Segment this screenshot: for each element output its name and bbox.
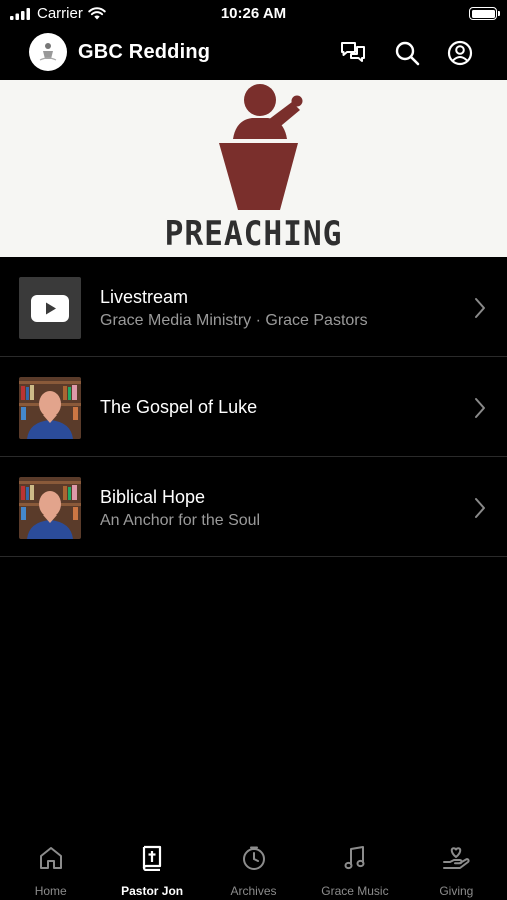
pastor-photo: [19, 377, 81, 439]
chevron-right-icon: [475, 498, 485, 518]
tab-label: Archives: [230, 884, 277, 898]
app-header: GBC Redding: [0, 30, 507, 79]
list-item-gospel-of-luke[interactable]: The Gospel of Luke: [0, 357, 507, 457]
hero-title: PREACHING: [164, 214, 343, 254]
youtube-icon: [19, 277, 81, 339]
list-item-title: Biblical Hope: [100, 487, 206, 507]
chevron-right-icon: [475, 398, 485, 418]
tab-label: Giving: [439, 884, 474, 898]
account-icon[interactable]: [446, 39, 474, 67]
pastor-photo: [19, 477, 81, 539]
tab-pastor-jon[interactable]: Pastor Jon: [101, 835, 202, 900]
bible-icon: [101, 845, 202, 875]
tab-archives[interactable]: Archives: [203, 835, 304, 900]
tab-bar: Home Pastor Jon Archives Grace Music Giv…: [0, 835, 507, 900]
tab-giving[interactable]: Giving: [406, 835, 507, 900]
status-bar: Carrier 10:26 AM: [0, 0, 507, 30]
clock-icon: [203, 845, 304, 875]
list-item-biblical-hope[interactable]: Biblical Hope An Anchor for the Soul: [0, 457, 507, 557]
search-icon[interactable]: [393, 39, 421, 67]
tab-grace-music[interactable]: Grace Music: [304, 835, 405, 900]
app-title: GBC Redding: [78, 41, 211, 63]
tab-label: Grace Music: [321, 884, 389, 898]
church-logo[interactable]: [29, 33, 67, 71]
list-item-title: Livestream: [100, 287, 189, 307]
list-item-title: The Gospel of Luke: [100, 397, 258, 417]
list-item-subtitle: Grace Media Ministry · Grace Pastors: [100, 312, 368, 329]
home-icon: [0, 845, 101, 875]
music-note-icon: [304, 845, 405, 875]
chat-icon[interactable]: [339, 39, 367, 67]
list-item-livestream[interactable]: Livestream Grace Media Ministry · Grace …: [0, 257, 507, 357]
tab-home[interactable]: Home: [0, 835, 101, 900]
tab-label: Pastor Jon: [121, 884, 184, 898]
tab-label: Home: [34, 884, 67, 898]
status-time: 10:26 AM: [220, 5, 287, 22]
chevron-right-icon: [475, 298, 485, 318]
content-list: Livestream Grace Media Ministry · Grace …: [0, 257, 507, 557]
battery-icon: [469, 7, 500, 20]
hero-banner: PREACHING: [0, 80, 507, 257]
giving-hand-icon: [406, 845, 507, 875]
list-item-subtitle: An Anchor for the Soul: [100, 512, 261, 529]
